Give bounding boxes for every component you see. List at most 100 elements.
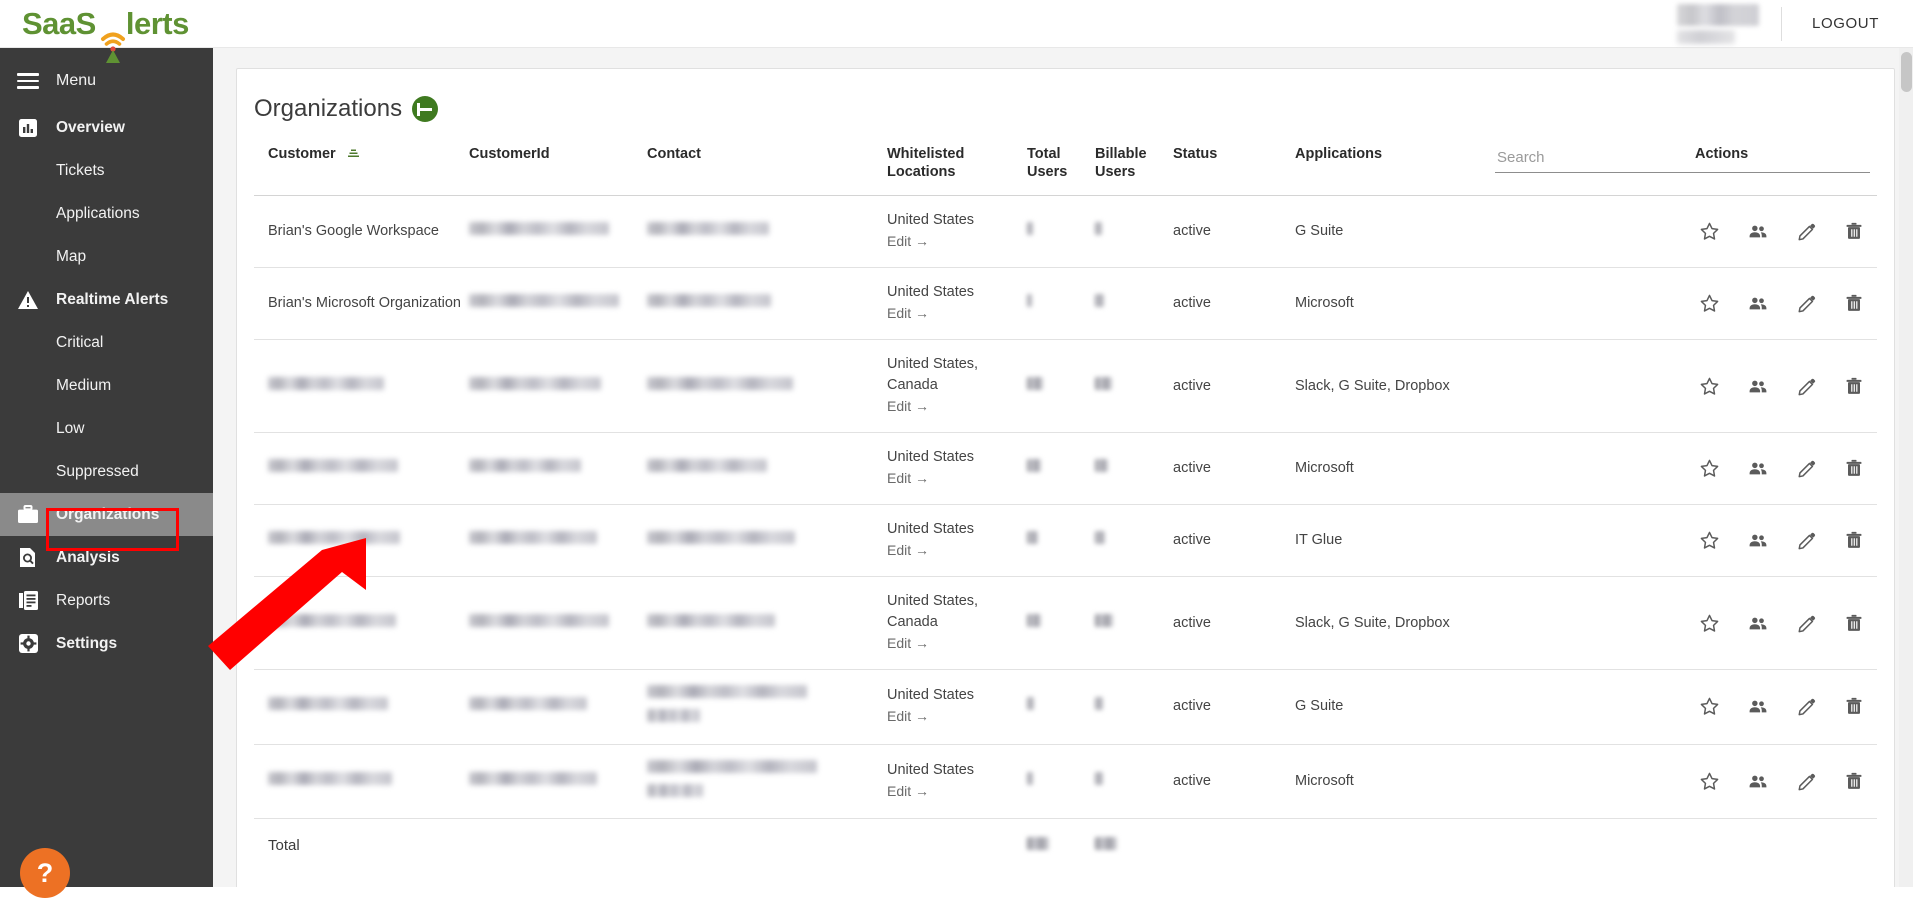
redacted-value [268,771,392,785]
star-icon[interactable] [1699,376,1720,397]
people-icon[interactable] [1747,458,1769,479]
pencil-icon[interactable] [1796,771,1817,792]
table-row[interactable]: Brian's Microsoft Organization United Sta… [254,267,1877,341]
pencil-icon[interactable] [1796,458,1817,479]
redacted-value [647,685,807,699]
page-scrollbar-track[interactable] [1899,48,1913,887]
cell-applications: IT Glue [1295,504,1695,578]
pencil-icon[interactable] [1796,613,1817,634]
trash-icon[interactable] [1844,221,1864,242]
people-icon[interactable] [1747,771,1769,792]
trash-icon[interactable] [1844,376,1864,397]
cell-contact [647,195,887,269]
table-row[interactable]: United States, Canada Edit → active Slack, G… [254,576,1877,671]
sort-ascending-icon[interactable] [347,147,360,165]
saas-alerts-logo[interactable]: SaaS lerts [22,5,189,63]
people-icon[interactable] [1747,221,1769,242]
pencil-icon[interactable] [1796,376,1817,397]
sidebar-item-suppressed[interactable]: Suppressed [0,450,213,493]
redacted-value [1095,531,1105,545]
add-organization-button[interactable] [412,96,439,122]
cell-total-users [1027,195,1095,269]
trash-icon[interactable] [1844,530,1864,551]
main-content-area: Organizations Customer [213,48,1913,887]
help-button[interactable]: ? [20,848,70,898]
sidebar-menu-toggle[interactable]: Menu [0,56,213,106]
sidebar-item-map[interactable]: Map [0,235,213,278]
column-header-customer[interactable]: Customer [254,145,469,196]
column-header-whitelisted-locations[interactable]: Whitelisted Locations [887,145,1027,196]
people-icon[interactable] [1747,530,1769,551]
pencil-icon[interactable] [1796,221,1817,242]
edit-locations-link[interactable]: Edit → [887,305,929,321]
column-header-billable-users[interactable]: Billable Users [1095,145,1173,196]
star-icon[interactable] [1699,458,1720,479]
cell-total-billable-users [1095,817,1173,875]
column-header-status[interactable]: Status [1173,145,1295,196]
pencil-icon[interactable] [1796,293,1817,314]
redacted-value-line2 [647,709,700,723]
edit-locations-link[interactable]: Edit → [887,542,929,558]
redacted-value [647,613,775,627]
star-icon[interactable] [1699,613,1720,634]
cell-status: active [1173,744,1295,819]
cell-customerid [469,744,647,819]
search-input[interactable] [1495,145,1870,173]
status-badge: active [1173,772,1211,789]
edit-locations-link[interactable]: Edit → [887,233,929,249]
logo-text-alerts: lerts [125,5,189,41]
star-icon[interactable] [1699,771,1720,792]
redacted-value [469,376,601,390]
table-row[interactable]: United States Edit → active G Suite [254,669,1877,745]
table-row[interactable]: Brian's Google Workspace United States Edi… [254,195,1877,269]
trash-icon[interactable] [1844,696,1864,717]
trash-icon[interactable] [1844,458,1864,479]
people-icon[interactable] [1747,696,1769,717]
column-header-total-users[interactable]: Total Users [1027,145,1095,196]
cell-applications: G Suite [1295,195,1695,269]
redacted-value [1027,531,1038,545]
sidebar-item-settings[interactable]: Settings [0,622,213,665]
star-icon[interactable] [1699,293,1720,314]
sidebar-item-medium[interactable]: Medium [0,364,213,407]
column-header-customerid[interactable]: CustomerId [469,145,647,196]
sidebar-item-low[interactable]: Low [0,407,213,450]
edit-locations-link[interactable]: Edit → [887,708,929,724]
column-header-label-line2: Users [1027,164,1068,181]
trash-icon[interactable] [1844,293,1864,314]
edit-locations-link[interactable]: Edit → [887,635,929,651]
table-row[interactable]: United States Edit → active Microsoft [254,744,1877,819]
organizations-table: Customer CustomerId Contact Whitelisted [254,145,1877,875]
sidebar-item-reports[interactable]: Reports [0,579,213,622]
edit-locations-link[interactable]: Edit → [887,470,929,486]
star-icon[interactable] [1699,221,1720,242]
sidebar-item-organizations[interactable]: Organizations [0,493,213,536]
sidebar-item-applications[interactable]: Applications [0,192,213,235]
edit-locations-link[interactable]: Edit → [887,783,929,799]
pencil-icon[interactable] [1796,530,1817,551]
sidebar-item-overview[interactable]: Overview [0,106,213,149]
table-row[interactable]: United States Edit → active IT Glue [254,504,1877,578]
column-header-contact[interactable]: Contact [647,145,887,196]
cell-customer [254,339,469,434]
people-icon[interactable] [1747,613,1769,634]
trash-icon[interactable] [1844,613,1864,634]
sidebar-item-analysis[interactable]: Analysis [0,536,213,579]
sidebar-item-realtime-alerts[interactable]: Realtime Alerts [0,278,213,321]
people-icon[interactable] [1747,376,1769,397]
sidebar-item-critical[interactable]: Critical [0,321,213,364]
logout-button[interactable]: LOGOUT [1782,15,1913,32]
cell-actions [1695,195,1877,269]
people-icon[interactable] [1747,293,1769,314]
edit-locations-link[interactable]: Edit → [887,398,929,414]
column-header-label-line2: Locations [887,164,956,181]
pencil-icon[interactable] [1796,696,1817,717]
star-icon[interactable] [1699,696,1720,717]
page-scrollbar-thumb[interactable] [1901,52,1912,92]
table-row[interactable]: United States, Canada Edit → active Slack, G… [254,339,1877,434]
star-icon[interactable] [1699,530,1720,551]
customer-name: Brian's Google Workspace [268,223,439,240]
trash-icon[interactable] [1844,771,1864,792]
table-row[interactable]: United States Edit → active Microsoft [254,432,1877,506]
sidebar-item-tickets[interactable]: Tickets [0,149,213,192]
